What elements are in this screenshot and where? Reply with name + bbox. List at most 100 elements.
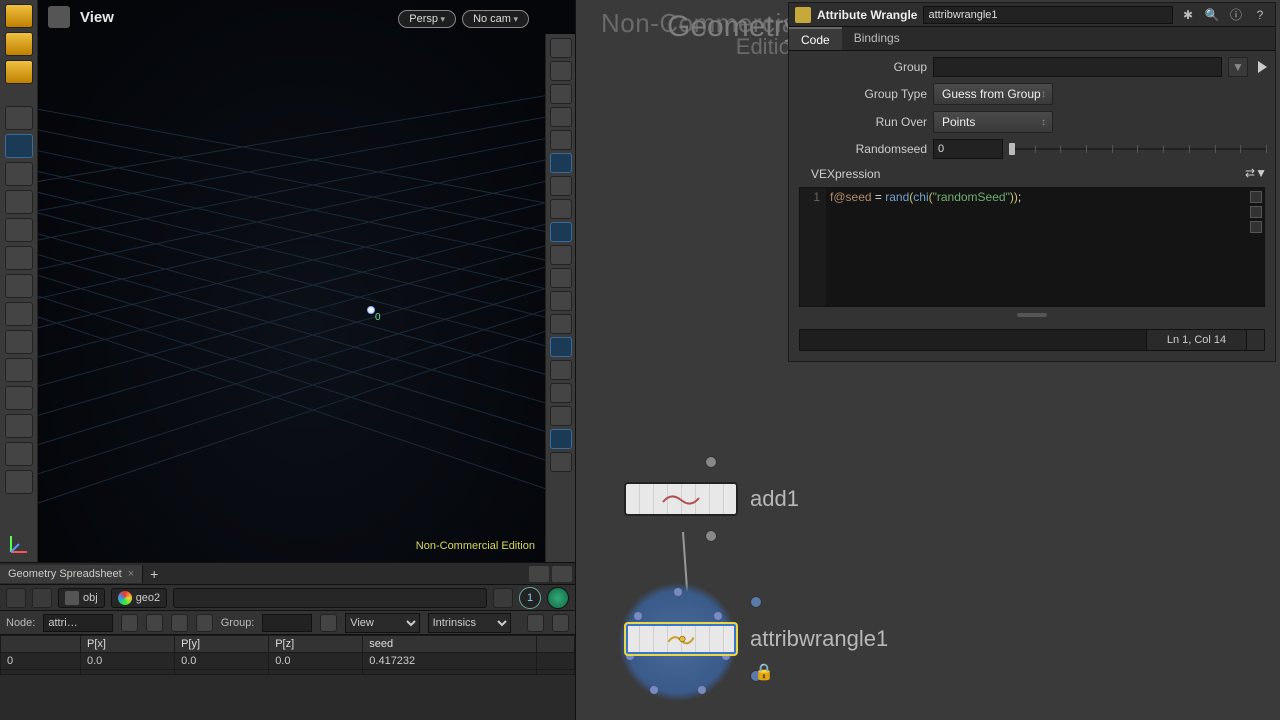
verts-mode-icon[interactable]	[146, 614, 163, 632]
group-select-button[interactable]	[1258, 61, 1267, 73]
gear-icon[interactable]: ✱	[1179, 6, 1197, 24]
shelf-tool-icon[interactable]	[5, 32, 33, 56]
display-opt-icon[interactable]	[550, 199, 572, 219]
col-px[interactable]: P[x]	[81, 636, 175, 653]
code-opt-icon[interactable]	[1250, 206, 1262, 218]
points-mode-icon[interactable]	[121, 614, 138, 632]
camera-select-menu[interactable]: No cam	[462, 10, 529, 28]
display-opt-icon[interactable]	[550, 383, 572, 403]
vex-status-field[interactable]	[799, 329, 1147, 351]
display-opt-icon[interactable]	[550, 360, 572, 380]
tab-code[interactable]: Code	[789, 27, 842, 50]
network-view[interactable]: add1 attribwrang	[576, 360, 1280, 720]
code-opt-icon[interactable]	[1250, 221, 1262, 233]
vex-code-editor[interactable]: f@seed = rand(chi("randomSeed"));	[826, 188, 1248, 306]
display-opt-icon[interactable]	[550, 222, 572, 242]
filter-icon[interactable]	[320, 614, 337, 632]
node-field[interactable]	[43, 614, 113, 632]
tool-icon[interactable]	[5, 190, 33, 214]
vex-preset-icon[interactable]: ⇄	[1245, 166, 1255, 180]
tool-icon[interactable]	[5, 470, 33, 494]
shelf-tool-icon[interactable]	[5, 60, 33, 84]
spreadsheet-tab[interactable]: Geometry Spreadsheet ×	[0, 565, 143, 583]
path-dropdown-icon[interactable]	[493, 588, 513, 608]
spreadsheet-grid[interactable]: P[x] P[y] P[z] seed 0 0.0 0.0 0.0 0.4172…	[0, 635, 575, 720]
runover-select[interactable]: Points	[933, 111, 1053, 133]
randomseed-field[interactable]	[933, 139, 1003, 159]
tool-icon[interactable]	[5, 442, 33, 466]
info-icon[interactable]: ⓘ	[1227, 6, 1245, 24]
detail-mode-icon[interactable]	[196, 614, 213, 632]
select-tool-icon[interactable]	[5, 106, 33, 130]
code-opt-icon[interactable]	[1250, 191, 1262, 203]
tool-icon[interactable]	[5, 386, 33, 410]
display-opt-icon[interactable]	[550, 153, 572, 173]
table-row[interactable]: 0 0.0 0.0 0.0 0.417232	[1, 653, 575, 670]
tool-icon[interactable]	[5, 330, 33, 354]
node-attribwrangle[interactable]: attribwrangle1 🔒	[624, 622, 888, 656]
resize-handle-icon[interactable]	[1017, 313, 1047, 317]
search-icon[interactable]: 🔍	[1203, 6, 1221, 24]
display-opt-icon[interactable]	[550, 452, 572, 472]
tool-icon[interactable]	[5, 358, 33, 382]
view-select[interactable]: View	[345, 613, 419, 633]
tool-icon[interactable]	[5, 274, 33, 298]
tab-bindings[interactable]: Bindings	[842, 27, 912, 50]
pin-badge[interactable]: 1	[519, 587, 541, 609]
display-opt-icon[interactable]	[550, 406, 572, 426]
cell-px: 0.0	[81, 653, 175, 670]
display-opt-icon[interactable]	[550, 84, 572, 104]
help-icon[interactable]	[552, 614, 569, 632]
display-opt-icon[interactable]	[550, 61, 572, 81]
col-py[interactable]: P[y]	[175, 636, 269, 653]
path-segment-obj[interactable]: obj	[58, 588, 105, 608]
intrinsics-select[interactable]: Intrinsics	[428, 613, 512, 633]
shelf-tool-icon[interactable]	[5, 4, 33, 28]
node-input-port[interactable]	[750, 596, 762, 608]
group-dropdown-icon[interactable]: ▼	[1228, 57, 1248, 77]
add-tab-button[interactable]: +	[143, 566, 165, 582]
tool-icon[interactable]	[5, 302, 33, 326]
display-opt-icon[interactable]	[550, 268, 572, 288]
status-opt-icon[interactable]	[1247, 329, 1265, 351]
close-icon[interactable]: ×	[128, 568, 134, 580]
grouptype-select[interactable]: Guess from Group	[933, 83, 1053, 105]
group-field[interactable]	[262, 614, 312, 632]
viewport[interactable]: View Persp No cam	[38, 0, 575, 562]
display-opt-icon[interactable]	[550, 38, 572, 58]
tool-icon[interactable]	[5, 162, 33, 186]
path-field[interactable]	[173, 588, 487, 608]
tool-icon[interactable]	[5, 246, 33, 270]
col-index[interactable]	[1, 636, 81, 653]
display-opt-icon[interactable]	[550, 130, 572, 150]
col-pz[interactable]: P[z]	[269, 636, 363, 653]
display-opt-icon[interactable]	[550, 291, 572, 311]
group-param-field[interactable]	[933, 57, 1222, 77]
display-opt-icon[interactable]	[550, 337, 572, 357]
tool-icon[interactable]	[5, 218, 33, 242]
path-segment-geo[interactable]: geo2	[111, 588, 167, 608]
lock-tool-icon[interactable]	[5, 134, 33, 158]
display-opt-icon[interactable]	[550, 314, 572, 334]
pane-opt-icon[interactable]	[552, 566, 572, 582]
display-opt-icon[interactable]	[550, 176, 572, 196]
display-opt-icon[interactable]	[550, 245, 572, 265]
display-opt-icon[interactable]	[550, 107, 572, 127]
vex-dropdown-icon[interactable]: ▼	[1255, 166, 1267, 180]
tool-icon[interactable]	[5, 414, 33, 438]
node-input-port[interactable]	[705, 456, 717, 468]
link-badge-icon[interactable]	[547, 587, 569, 609]
node-add[interactable]: add1	[624, 482, 799, 516]
col-seed[interactable]: seed	[363, 636, 536, 653]
operator-name-field[interactable]	[923, 6, 1173, 24]
node-output-port[interactable]	[705, 530, 717, 542]
display-opt-icon[interactable]	[550, 429, 572, 449]
back-button[interactable]	[6, 588, 26, 608]
play-icon[interactable]	[527, 614, 544, 632]
camera-type-menu[interactable]: Persp	[398, 10, 456, 28]
prims-mode-icon[interactable]	[171, 614, 188, 632]
forward-button[interactable]	[32, 588, 52, 608]
randomseed-slider[interactable]	[1009, 142, 1267, 156]
help-icon[interactable]: ?	[1251, 6, 1269, 24]
pane-opt-icon[interactable]	[529, 566, 549, 582]
